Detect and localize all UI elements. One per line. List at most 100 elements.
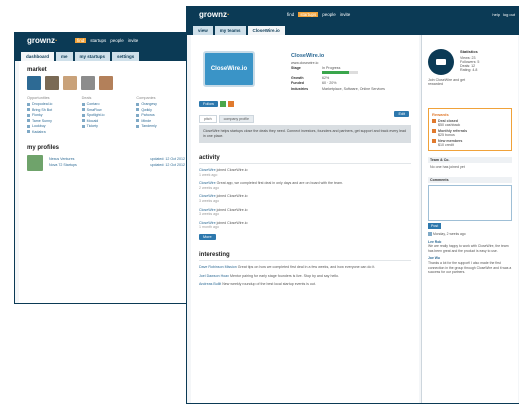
list-item[interactable]: Tickety [81, 124, 131, 128]
nav-startups[interactable]: startups [298, 12, 319, 17]
user-avatar[interactable] [45, 76, 59, 90]
like-icon[interactable] [219, 101, 226, 107]
comment-input[interactable] [428, 185, 512, 221]
profile-row[interactable]: Nova 72 Startups updated: 12 Oct 2012 [49, 163, 185, 167]
list-item[interactable]: Kadabra [27, 130, 76, 134]
nav-find[interactable]: find [75, 38, 87, 43]
activity-time: 3 weeks ago [199, 212, 220, 217]
profile-name[interactable]: Nova 72 Startups [49, 163, 146, 167]
interesting-user[interactable]: Andreas Bullit [199, 282, 221, 286]
nav-startups[interactable]: startups [90, 38, 106, 43]
activity-user[interactable]: CloseWire [199, 221, 216, 225]
share-icon[interactable] [227, 101, 234, 107]
user-avatar[interactable] [63, 76, 77, 90]
row-key: Growth [291, 75, 304, 80]
activity-user[interactable]: CloseWire [199, 208, 216, 212]
user-avatar[interactable] [81, 76, 95, 90]
list-item[interactable]: Pahorus [136, 113, 185, 117]
profiles-list: Nexus Ventures updated: 12 Oct 2012 Nova 7… [27, 155, 185, 171]
interesting-user[interactable]: Joel Dawson Hoax [199, 274, 229, 278]
list-item[interactable]: Minde [136, 119, 185, 123]
tab-my-startups[interactable]: my startups [74, 52, 111, 61]
market-title: market [27, 67, 47, 73]
reward-icon [432, 119, 436, 123]
product-description: CloseWire helps startups close the deals… [199, 125, 411, 143]
list-item[interactable]: Tandemly [136, 124, 185, 128]
comment-user[interactable]: Lee Rob [428, 240, 441, 244]
list-item-label: Bring Sh Bot [32, 107, 53, 112]
list-item[interactable]: Flonky [27, 113, 76, 117]
list-item[interactable]: Qwikly [136, 108, 185, 112]
bullet-icon [136, 124, 140, 128]
bullet-icon [136, 108, 140, 111]
user-avatar[interactable] [27, 76, 41, 90]
activity-user[interactable]: CloseWire [199, 181, 216, 185]
interesting-user[interactable]: Dave Robinson Mission [199, 265, 237, 269]
bullet-icon [81, 102, 85, 106]
list-item[interactable]: Bring Sh Bot [27, 108, 76, 112]
row-value: In Progress [322, 66, 341, 70]
top-bar: grownz· find startups people invite [15, 33, 197, 49]
more-button[interactable]: More [199, 233, 216, 240]
profiles-title: my profiles [27, 145, 60, 151]
comment-user[interactable]: Joe Wu [428, 256, 440, 260]
activity-user[interactable]: CloseWire [199, 168, 216, 172]
product-url-text[interactable]: www.closewire.io [291, 61, 318, 65]
list-item[interactable]: Contaro [81, 102, 131, 106]
list-item[interactable]: Orangesy [136, 102, 185, 106]
activity-text: joined CloseWire.io [216, 207, 248, 212]
tab-settings[interactable]: settings [112, 52, 140, 61]
list-item-label: Qwikly [141, 107, 152, 112]
nav-invite[interactable]: invite [128, 38, 139, 43]
help-link[interactable]: help [492, 12, 500, 17]
nav-people[interactable]: people [322, 12, 336, 17]
interesting-item: Joel Dawson Hoax Mentor pairing for earl… [199, 274, 411, 279]
tab-product[interactable]: CloseWire.io [247, 26, 285, 35]
list-item[interactable]: Mocaid [81, 119, 131, 123]
activity-item: CloseWire joined CloseWire.io 1 week ago [199, 168, 411, 177]
nav-find[interactable]: find [287, 12, 294, 17]
tab-dashboard[interactable]: dashboard [21, 52, 55, 61]
subtab-company-profile[interactable]: company profile [218, 115, 254, 123]
product-row-industries: Industries Marketplace, Software, Online… [291, 87, 411, 91]
list-item[interactable]: Dropodeal.io [27, 102, 76, 106]
reward-value: $50 cashback [438, 123, 461, 127]
activity-item: CloseWire Great app, we completed first … [199, 181, 411, 190]
logout-link[interactable]: log out [503, 12, 515, 17]
list-item-label: Lookbuy [32, 124, 46, 128]
list-item[interactable]: SmaFlow [81, 108, 131, 112]
tab-my-teams[interactable]: my teams [214, 26, 246, 35]
bullet-icon [27, 124, 30, 128]
list-item[interactable]: Spotlight.io [81, 113, 131, 117]
list-item[interactable]: Tame Sunny [27, 119, 76, 123]
follow-button[interactable]: Follow [199, 101, 218, 107]
list-item-label: Tame Sunny [32, 118, 52, 123]
activity-user[interactable]: CloseWire [199, 194, 216, 198]
product-name[interactable]: CloseWire.io [291, 53, 411, 59]
list-item-label: Tandemly [141, 124, 157, 128]
interesting-text: Great tips on how we completed first dea… [237, 264, 376, 269]
list-item-label: Spotlight.io [86, 113, 105, 117]
app-logo[interactable]: grownz· [27, 36, 58, 45]
bullet-icon [27, 102, 30, 106]
activity-item: CloseWire joined CloseWire.io 1 month ago [199, 221, 411, 230]
product-window: grownz· find startups people invite help… [186, 6, 519, 404]
edit-button[interactable]: Edit [394, 111, 409, 117]
nav-invite[interactable]: invite [340, 12, 351, 17]
profile-name[interactable]: Nexus Ventures [49, 157, 146, 161]
tab-me[interactable]: me [56, 52, 73, 61]
profile-date: updated: 12 Oct 2012 [150, 163, 185, 167]
reward-value: $10 credit [438, 143, 454, 147]
subtab-pitch[interactable]: pitch [199, 115, 217, 123]
activity-title: activity [199, 155, 411, 164]
list-item[interactable]: Lookbuy [27, 124, 76, 128]
user-avatar[interactable] [99, 76, 113, 90]
tab-bar: view my teams CloseWire.io [187, 23, 519, 35]
tab-view[interactable]: view [193, 26, 213, 35]
post-button[interactable]: Post [428, 223, 442, 229]
app-logo[interactable]: grownz· [199, 10, 230, 19]
nav-people[interactable]: people [110, 38, 124, 43]
reward-item: Deal closed $50 cashback [432, 119, 508, 127]
profile-row[interactable]: Nexus Ventures updated: 12 Oct 2012 [49, 157, 185, 161]
profile-avatar[interactable] [27, 155, 43, 171]
